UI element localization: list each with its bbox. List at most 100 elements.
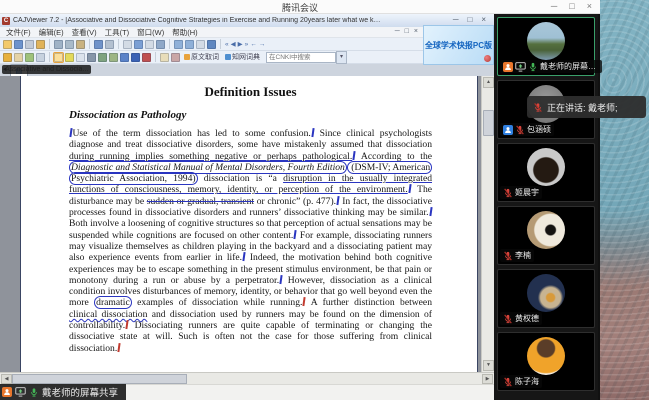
search-dropdown-icon[interactable]: ▾ [336,51,347,64]
participant-label: 戴老师的屏幕共享 [500,60,602,73]
vertical-scrollbar[interactable]: ▲ ▼ [481,76,494,372]
first-page-icon[interactable]: « [225,39,229,50]
snapshot-icon[interactable] [25,53,34,62]
participant-tile-3[interactable]: 李楠 [497,206,595,265]
rectangle-icon[interactable] [98,53,107,62]
horizontal-scroll-thumb[interactable] [12,374,187,384]
scroll-up-icon[interactable]: ▲ [483,77,494,88]
paste-icon[interactable] [76,40,85,49]
select-text-icon[interactable] [3,53,12,62]
participant-tile-5[interactable]: 陈子海 [497,332,595,391]
caj-maximize-button[interactable]: □ [467,15,472,24]
redo-icon[interactable] [105,40,114,49]
participant-label: 陈子海 [500,375,542,388]
save-icon[interactable] [14,40,23,49]
pen-icon[interactable] [54,53,63,62]
cnki-search-input[interactable] [266,52,336,63]
mic-muted-icon [503,188,513,198]
back-icon[interactable]: ← [250,39,257,50]
text-annotation-icon[interactable] [131,53,140,62]
thumbnail-view-icon[interactable] [156,40,165,49]
cut-icon[interactable] [54,40,63,49]
menu-item-1[interactable]: 编辑(E) [35,27,68,38]
toolbar-separator [49,52,50,62]
fit-width-icon[interactable] [196,40,205,49]
toolbar-separator [118,39,119,49]
doc-minimize-button[interactable]: ─ [395,28,400,35]
doc-restore-button[interactable]: □ [405,28,409,35]
menu-bar: 文件(F)编辑(E)查看(V)工具(T)窗口(W)帮助(H) [0,27,494,38]
highlighter-icon[interactable] [65,53,74,62]
read-aloud-icon[interactable] [171,53,180,62]
facing-pages-icon[interactable] [134,40,143,49]
full-screen-icon[interactable] [207,40,216,49]
note-icon[interactable] [76,53,85,62]
scroll-left-icon[interactable]: ◀ [1,374,12,384]
participant-name: 戴老师的屏幕共享 [540,61,599,72]
zoom-out-icon[interactable] [185,40,194,49]
caj-minimize-button[interactable]: ─ [453,15,459,24]
toolbar-separator [220,39,221,49]
screen-share-icon [515,62,526,72]
pdf-page[interactable]: Definition Issues Dissociation as Pathol… [20,76,478,372]
participant-name: 陈子海 [515,376,539,387]
mic-muted-icon [503,377,513,387]
doc-close-button[interactable]: × [414,28,418,35]
banner-mascot-icon [484,55,491,62]
scroll-down-icon[interactable]: ▼ [483,360,494,371]
menu-item-5[interactable]: 帮助(H) [168,27,201,38]
caj-close-button[interactable]: × [481,15,486,24]
screen: 腾讯会议 ─ □ × C CAJViewer 7.2 - [Associativ… [0,0,649,400]
next-page-icon[interactable]: ▶ [238,39,243,50]
participant-tile-0[interactable]: 戴老师的屏幕共享 [497,17,595,76]
mail-icon[interactable] [36,40,45,49]
prev-page-icon[interactable]: ◀ [231,39,236,50]
ellipse-icon[interactable] [109,53,118,62]
mic-muted-icon [533,102,543,112]
cnki-dict-button[interactable]: 知网词典 [223,52,262,62]
single-page-icon[interactable] [123,40,132,49]
continuous-page-icon[interactable] [145,40,154,49]
pick-words-button[interactable]: 原文取词 [182,52,221,62]
menu-item-0[interactable]: 文件(F) [2,27,35,38]
cnki-dict-button-label: 知网词典 [232,52,260,62]
forward-icon[interactable]: → [259,39,266,50]
zoom-in-icon[interactable] [174,40,183,49]
horizontal-scrollbar[interactable]: ◀ ▶ [0,372,494,384]
last-page-icon[interactable]: » [245,39,249,50]
vertical-scroll-thumb[interactable] [483,110,494,136]
arrow-icon[interactable] [120,53,129,62]
stamp-icon[interactable] [142,53,151,62]
ocr-icon[interactable] [160,53,169,62]
participant-tile-4[interactable]: 黄权德 [497,269,595,328]
minimize-button[interactable]: ─ [551,0,557,13]
participant-name: 姬晨宇 [515,187,539,198]
menu-item-2[interactable]: 查看(V) [68,27,101,38]
mic-on-icon [29,387,39,397]
copy-icon[interactable] [65,40,74,49]
cajviewer-app-icon: C [2,17,10,25]
straight-line-icon[interactable] [87,53,96,62]
pick-words-button-label: 原文取词 [191,52,219,62]
participant-name: 李楠 [515,250,531,261]
document-tab[interactable]: ▤ Associative and Dissocia... [10,64,29,76]
toolbar-separator [49,39,50,49]
maximize-button[interactable]: □ [569,0,574,13]
meeting-titlebar: 腾讯会议 ─ □ × [0,0,600,14]
annotated-text-segment: dramatic [94,296,132,309]
host-person-icon [2,387,12,397]
print-icon[interactable] [25,40,34,49]
menu-item-3[interactable]: 工具(T) [101,27,134,38]
participant-tile-2[interactable]: 姬晨宇 [497,143,595,202]
cnki-express-banner[interactable]: 全球学术快报PC版 [423,25,494,65]
undo-icon[interactable] [94,40,103,49]
menu-item-4[interactable]: 窗口(W) [133,27,168,38]
close-button[interactable]: × [587,0,592,13]
zoom-tool-icon[interactable] [36,53,45,62]
scroll-right-icon[interactable]: ▶ [482,374,493,384]
avatar [527,148,565,186]
doc-section-title: Definition Issues [69,84,432,100]
toolbar-separator [89,39,90,49]
hand-tool-icon[interactable] [14,53,23,62]
open-icon[interactable] [3,40,12,49]
